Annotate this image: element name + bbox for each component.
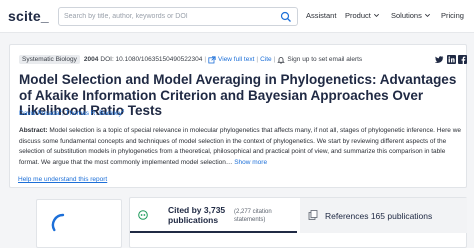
twitter-icon[interactable] [435, 55, 444, 64]
bell-icon [277, 56, 286, 64]
author-affiliation-number: 2 [121, 108, 125, 113]
author-link[interactable]: David Posada1 [19, 108, 62, 118]
citation-statements-count: (2,277 citation statements) [234, 209, 272, 223]
doi-text: DOI: 10.1080/10635150490522304 [100, 56, 203, 63]
facebook-icon[interactable] [458, 55, 467, 64]
email-alert-link[interactable]: Sign up to set email alerts [287, 56, 362, 63]
quote-bubble-icon [138, 210, 148, 220]
tab-cited-by[interactable]: Cited by 3,735 publications (2,277 citat… [130, 198, 297, 233]
search-icon[interactable] [280, 11, 292, 23]
references-count: References 165 publications [325, 211, 433, 221]
document-stack-icon [308, 210, 318, 220]
top-navigation-bar: scite_ Assistant Product Solutions Prici… [0, 0, 474, 33]
external-link-icon [208, 55, 216, 63]
linkedin-icon[interactable] [447, 55, 456, 64]
nav-assistant[interactable]: Assistant [306, 11, 336, 20]
show-more-link[interactable]: Show more [234, 159, 267, 166]
journal-badge[interactable]: Systematic Biology [19, 55, 80, 64]
abstract-label: Abstract: [19, 127, 48, 134]
cite-link[interactable]: Cite [260, 56, 272, 63]
abstract: Abstract: Model selection is a topic of … [19, 126, 464, 168]
cited-by-count: Cited by 3,735 publications [168, 205, 226, 225]
nav-assistant-label: Assistant [306, 11, 337, 20]
separator: | [273, 56, 276, 63]
separator: | [204, 56, 207, 63]
logo-text: scite_ [8, 8, 49, 24]
paper-meta-row: Systematic Biology 2004 DOI: 10.1080/106… [19, 54, 362, 65]
tab-references[interactable]: References 165 publications [300, 198, 467, 233]
search-box[interactable] [58, 7, 298, 26]
citation-tabs: Cited by 3,735 publications (2,277 citat… [129, 197, 467, 248]
scite-logo[interactable]: scite_ [8, 8, 49, 24]
paper-card: Systematic Biology 2004 DOI: 10.1080/106… [9, 44, 467, 188]
author-list: David Posada1, Thomas R. Buckley2 [19, 108, 124, 117]
separator: | [256, 56, 259, 63]
author-name: David Posada [19, 110, 60, 118]
nav-solutions-label: Solutions [391, 11, 422, 20]
view-full-text-link[interactable]: View full text [218, 56, 254, 63]
nav-pricing[interactable]: Pricing [441, 11, 464, 20]
publication-year: 2004 [83, 56, 99, 63]
help-understand-report-link[interactable]: Help me understand this report [18, 176, 107, 183]
loading-spinner-icon [51, 213, 65, 232]
nav-product-label: Product [345, 11, 371, 20]
author-link[interactable]: Thomas R. Buckley2 [65, 108, 125, 118]
nav-solutions[interactable]: Solutions [391, 11, 431, 20]
nav-pricing-label: Pricing [441, 11, 464, 20]
report-summary-card [36, 199, 122, 248]
chevron-down-icon [373, 13, 379, 17]
chevron-down-icon [424, 13, 430, 17]
search-input[interactable] [64, 10, 274, 23]
author-name: Thomas R. Buckley [65, 110, 122, 118]
nav-product[interactable]: Product [345, 11, 380, 20]
